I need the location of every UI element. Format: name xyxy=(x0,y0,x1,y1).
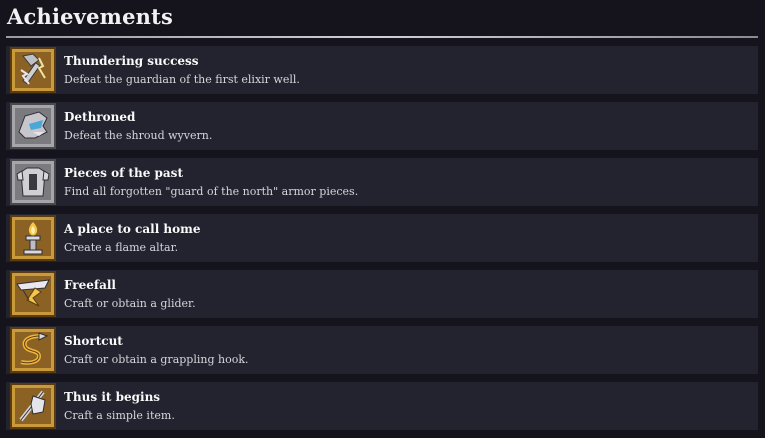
achievement-row-pieces-of-the-past: Pieces of the past Find all forgotten "g… xyxy=(6,158,758,206)
achievement-description: Craft or obtain a grappling hook. xyxy=(64,353,249,366)
achievement-row-thus-it-begins: Thus it begins Craft a simple item. xyxy=(6,382,758,430)
achievement-list: Thundering success Defeat the guardian o… xyxy=(6,46,758,438)
achievement-name: Shortcut xyxy=(64,334,123,348)
achievement-row-dethroned: Dethroned Defeat the shroud wyvern. xyxy=(6,102,758,150)
stone-axe-icon xyxy=(9,382,57,430)
flame-altar-icon xyxy=(9,214,57,262)
lightning-hammer-icon xyxy=(9,46,57,94)
achievement-name: Dethroned xyxy=(64,110,136,124)
achievement-description: Craft or obtain a glider. xyxy=(64,297,196,310)
achievement-description: Create a flame altar. xyxy=(64,241,179,254)
achievement-row-a-place-to-call-home: A place to call home Create a flame alta… xyxy=(6,214,758,262)
achievement-row-shortcut: Shortcut Craft or obtain a grappling hoo… xyxy=(6,326,758,374)
achievement-name: Freefall xyxy=(64,278,116,292)
armor-chestplate-icon xyxy=(9,158,57,206)
achievement-row-thundering-success: Thundering success Defeat the guardian o… xyxy=(6,46,758,94)
achievement-row-freefall: Freefall Craft or obtain a glider. xyxy=(6,270,758,318)
wyvern-head-icon xyxy=(9,102,57,150)
grappling-hook-icon xyxy=(9,326,57,374)
glider-icon xyxy=(9,270,57,318)
page-title: Achievements xyxy=(7,4,174,29)
achievement-name: Thundering success xyxy=(64,54,199,68)
header-divider xyxy=(6,36,758,38)
achievements-header: Achievements xyxy=(0,0,765,38)
achievement-description: Defeat the shroud wyvern. xyxy=(64,129,213,142)
achievement-name: Thus it begins xyxy=(64,390,161,404)
achievement-description: Defeat the guardian of the first elixir … xyxy=(64,73,300,86)
achievement-name: Pieces of the past xyxy=(64,166,183,180)
achievement-description: Find all forgotten "guard of the north" … xyxy=(64,185,359,198)
achievement-name: A place to call home xyxy=(64,222,201,236)
achievement-description: Craft a simple item. xyxy=(64,409,175,422)
